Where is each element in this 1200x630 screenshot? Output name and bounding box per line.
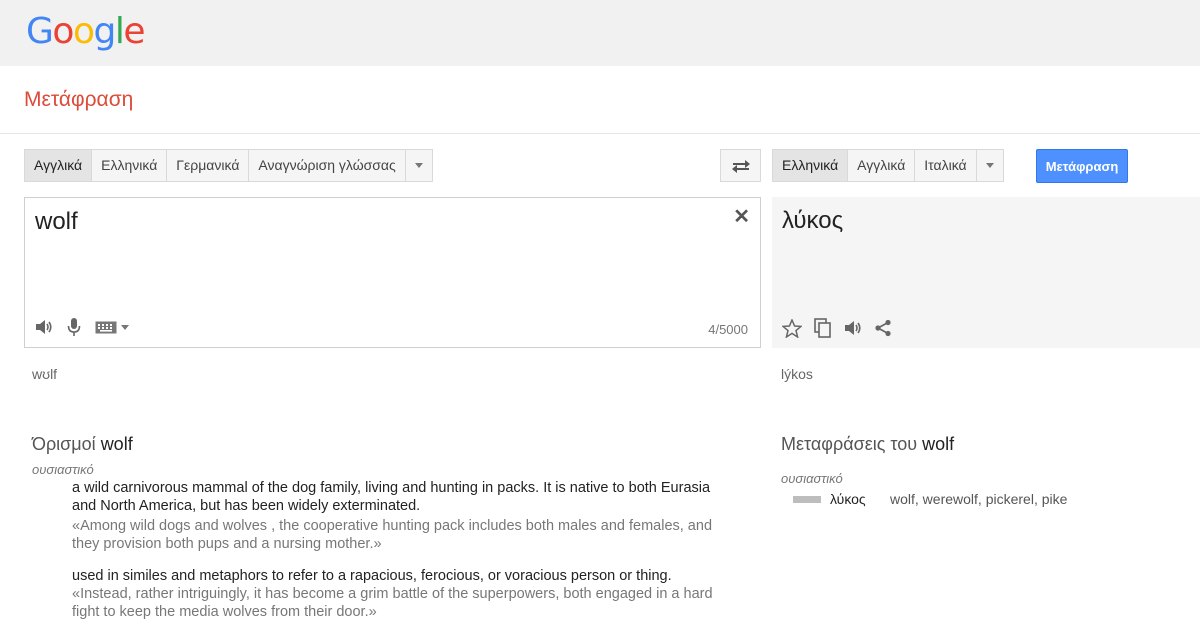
- target-language-bar: Ελληνικά Αγγλικά Ιταλικά: [772, 149, 1004, 182]
- logo-letter: g: [93, 11, 116, 52]
- definitions-title-word: wolf: [100, 434, 133, 454]
- target-transliteration: lýkos: [781, 366, 813, 382]
- translation-synonyms: wolf, werewolf, pickerel, pike: [890, 491, 1068, 507]
- translated-text: λύκος: [782, 207, 844, 234]
- logo-letter: o: [52, 11, 74, 52]
- translation-row: λύκος wolf, werewolf, pickerel, pike: [793, 491, 1067, 507]
- keyboard-menu[interactable]: [95, 321, 129, 334]
- source-toolbar: [35, 317, 129, 337]
- definition-1: a wild carnivorous mammal of the dog fam…: [72, 480, 711, 514]
- target-lang-english[interactable]: Αγγλικά: [848, 150, 916, 181]
- source-lang-detect[interactable]: Αναγνώριση γλώσσας: [249, 150, 406, 181]
- source-language-bar: Αγγλικά Ελληνικά Γερμανικά Αναγνώριση γλ…: [24, 149, 433, 182]
- chevron-down-icon: [121, 324, 129, 330]
- share-icon[interactable]: [874, 319, 892, 337]
- page-title: Μετάφραση: [24, 88, 134, 111]
- keyboard-icon: [95, 321, 117, 333]
- microphone-icon[interactable]: [67, 317, 81, 337]
- logo-letter: G: [26, 11, 54, 52]
- translations-part-of-speech: ουσιαστικό: [781, 471, 843, 486]
- star-icon[interactable]: [782, 318, 802, 338]
- translation-output: λύκος: [772, 197, 1200, 348]
- swap-languages-button[interactable]: [720, 149, 761, 182]
- example-2: «Instead, rather intriguingly, it has be…: [72, 586, 713, 620]
- header-divider: [0, 133, 1200, 134]
- definitions-title-prefix: Όρισμοί: [32, 434, 96, 454]
- translate-button[interactable]: Μετάφραση: [1036, 149, 1128, 183]
- translation-word[interactable]: λύκος: [830, 491, 890, 507]
- target-lang-italian[interactable]: Ιταλικά: [915, 150, 977, 181]
- top-bar: Google: [0, 0, 1200, 66]
- chevron-down-icon: [985, 163, 994, 168]
- definitions-part-of-speech: ουσιαστικό: [32, 462, 94, 477]
- logo-letter: o: [72, 11, 95, 52]
- translations-title-prefix: Μεταφράσεις του: [781, 434, 918, 454]
- logo-letter: e: [123, 11, 145, 52]
- source-text-area[interactable]: wolf ✕ 4/5000: [24, 197, 761, 348]
- example-1: «Among wild dogs and wolves , the cooper…: [72, 518, 713, 552]
- target-lang-greek[interactable]: Ελληνικά: [773, 150, 849, 181]
- definition-2: used in similes and metaphors to refer t…: [72, 568, 672, 584]
- frequency-bar: [793, 495, 821, 503]
- translations-title: Μεταφράσεις του wolf: [781, 434, 954, 455]
- translations-title-word: wolf: [922, 434, 955, 454]
- source-lang-german[interactable]: Γερμανικά: [167, 150, 250, 181]
- target-toolbar: [782, 318, 892, 338]
- source-lang-greek[interactable]: Ελληνικά: [92, 150, 168, 181]
- clear-text-button[interactable]: ✕: [733, 204, 750, 229]
- copy-icon[interactable]: [814, 318, 832, 338]
- google-logo[interactable]: Google: [26, 10, 145, 54]
- definitions-title: Όρισμοί wolf: [32, 434, 133, 455]
- source-lang-english[interactable]: Αγγλικά: [25, 150, 93, 181]
- chevron-down-icon: [414, 163, 423, 168]
- character-counter: 4/5000: [708, 322, 748, 337]
- source-text[interactable]: wolf: [35, 208, 78, 236]
- source-lang-dropdown[interactable]: [406, 150, 432, 181]
- target-lang-dropdown[interactable]: [977, 150, 1003, 181]
- source-transliteration: wʊlf: [32, 366, 58, 382]
- speaker-icon[interactable]: [35, 319, 53, 335]
- speaker-icon[interactable]: [844, 320, 862, 336]
- swap-icon: [731, 159, 750, 173]
